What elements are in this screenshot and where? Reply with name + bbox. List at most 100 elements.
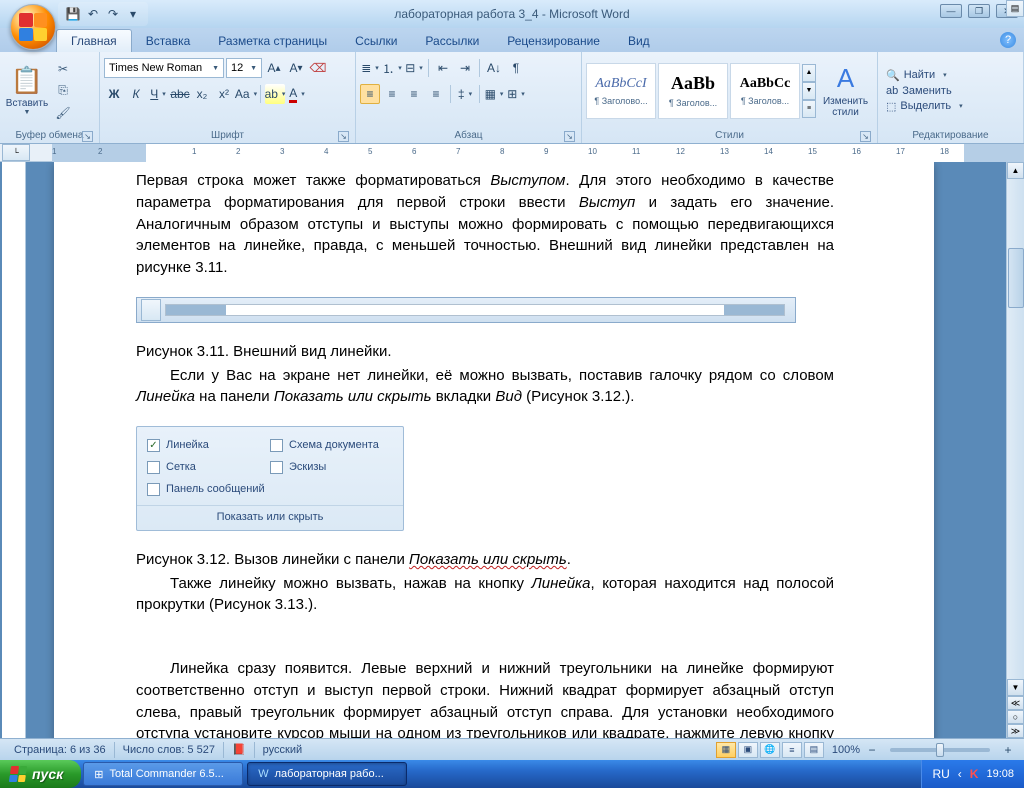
font-size-combo[interactable]: 12▼: [226, 58, 262, 78]
tab-review[interactable]: Рецензирование: [493, 30, 614, 52]
status-words[interactable]: Число слов: 5 527: [115, 744, 223, 756]
document-area: Первая строка может также форматироватьс…: [0, 162, 1024, 738]
highlight-icon[interactable]: ab▾: [265, 84, 285, 104]
clipboard-group-label: Буфер обмена: [16, 130, 84, 141]
justify-icon[interactable]: ≡: [426, 84, 446, 104]
clipboard-launcher[interactable]: ↘: [82, 131, 93, 142]
tab-view[interactable]: Вид: [614, 30, 664, 52]
status-page[interactable]: Страница: 6 из 36: [6, 744, 114, 756]
style-heading3[interactable]: AaBbCc ¶ Заголов...: [730, 63, 800, 119]
paste-button[interactable]: 📋 Вставить ▼: [4, 57, 50, 125]
indent-icon[interactable]: ⇥: [455, 58, 475, 78]
line-spacing-icon[interactable]: ‡▾: [455, 84, 475, 104]
document-viewport[interactable]: Первая строка может также форматироватьс…: [26, 162, 1024, 738]
tab-mailings[interactable]: Рассылки: [411, 30, 493, 52]
horizontal-ruler[interactable]: 2 1 1 2 3 4 5 6 7 8 9 10 11 12 13 14 15 …: [52, 144, 1024, 162]
multilevel-icon[interactable]: ⊟▾: [404, 58, 424, 78]
bullets-icon[interactable]: ≣▾: [360, 58, 380, 78]
change-case-icon[interactable]: Aa▾: [236, 84, 256, 104]
tray-lang[interactable]: RU: [932, 767, 949, 781]
tab-insert[interactable]: Вставка: [132, 30, 205, 52]
status-bar: Страница: 6 из 36 Число слов: 5 527 📕 ру…: [0, 738, 1024, 760]
ribbon-tabs: Главная Вставка Разметка страницы Ссылки…: [0, 28, 1024, 52]
style-heading2[interactable]: AaBb ¶ Заголов...: [658, 63, 728, 119]
format-painter-icon[interactable]: 🖌: [52, 103, 74, 123]
help-icon[interactable]: ?: [1000, 32, 1016, 48]
scroll-thumb[interactable]: [1008, 248, 1024, 308]
tab-home[interactable]: Главная: [56, 29, 132, 52]
grow-font-icon[interactable]: A▴: [264, 58, 284, 78]
outdent-icon[interactable]: ⇤: [433, 58, 453, 78]
find-button[interactable]: 🔍Найти▾: [882, 68, 967, 83]
sort-icon[interactable]: A↓: [484, 58, 504, 78]
view-full-screen[interactable]: ▣: [738, 742, 758, 758]
status-proofing-icon[interactable]: 📕: [224, 743, 254, 756]
vertical-scrollbar[interactable]: ▲ ▼ ≪ ○ ≫: [1006, 162, 1024, 738]
change-styles-button[interactable]: A Изменить стили: [818, 57, 873, 125]
styles-expand[interactable]: ≡: [802, 100, 816, 118]
scroll-down-button[interactable]: ▼: [1007, 679, 1024, 696]
superscript-icon[interactable]: x²: [214, 84, 234, 104]
prev-page-button[interactable]: ≪: [1007, 696, 1024, 710]
minimize-button[interactable]: —: [940, 4, 962, 18]
zoom-level[interactable]: 100%: [832, 744, 860, 756]
tray-arrow-icon[interactable]: ‹: [958, 767, 962, 781]
clear-format-icon[interactable]: ⌫: [308, 58, 328, 78]
undo-icon[interactable]: ↶: [84, 5, 102, 23]
zoom-slider[interactable]: [890, 748, 990, 752]
copy-icon[interactable]: ⎘: [52, 81, 74, 101]
tab-layout[interactable]: Разметка страницы: [204, 30, 341, 52]
underline-icon[interactable]: Ч▾: [148, 84, 168, 104]
styles-scroll-up[interactable]: ▲: [802, 64, 816, 82]
taskbar-total-commander[interactable]: ⊞Total Commander 6.5...: [83, 762, 243, 786]
ruler-toggle-button[interactable]: ▤: [1006, 0, 1024, 17]
view-draft[interactable]: ▤: [804, 742, 824, 758]
paragraph-launcher[interactable]: ↘: [564, 131, 575, 142]
cut-icon[interactable]: ✂: [52, 59, 74, 79]
styles-scroll-down[interactable]: ▼: [802, 82, 816, 100]
redo-icon[interactable]: ↷: [104, 5, 122, 23]
zoom-out-button[interactable]: −: [862, 740, 882, 760]
styles-launcher[interactable]: ↘: [860, 131, 871, 142]
font-name-combo[interactable]: Times New Roman▼: [104, 58, 224, 78]
bold-icon[interactable]: Ж: [104, 84, 124, 104]
taskbar-word[interactable]: Wлабораторная рабо...: [247, 762, 407, 786]
zoom-thumb[interactable]: [936, 743, 944, 757]
font-color-icon[interactable]: A▾: [287, 84, 307, 104]
figure-caption-312: Рисунок 3.12. Вызов линейки с панели Пок…: [136, 549, 834, 571]
numbering-icon[interactable]: ⒈▾: [382, 58, 402, 78]
tray-clock[interactable]: 19:08: [986, 768, 1014, 780]
replace-button[interactable]: abЗаменить: [882, 84, 967, 98]
shading-icon[interactable]: ▦▾: [484, 84, 504, 104]
font-launcher[interactable]: ↘: [338, 131, 349, 142]
office-button[interactable]: [10, 4, 56, 50]
restore-button[interactable]: ❐: [968, 4, 990, 18]
tab-references[interactable]: Ссылки: [341, 30, 411, 52]
zoom-in-button[interactable]: +: [998, 740, 1018, 760]
tray-kaspersky-icon[interactable]: K: [970, 767, 979, 781]
select-button[interactable]: ⬚Выделить▾: [882, 99, 967, 114]
italic-icon[interactable]: К: [126, 84, 146, 104]
align-center-icon[interactable]: ≡: [382, 84, 402, 104]
vertical-ruler[interactable]: [2, 162, 26, 738]
start-button[interactable]: пуск: [0, 760, 81, 788]
shrink-font-icon[interactable]: A▾: [286, 58, 306, 78]
align-left-icon[interactable]: ≡: [360, 84, 380, 104]
show-marks-icon[interactable]: ¶: [506, 58, 526, 78]
save-icon[interactable]: 💾: [64, 5, 82, 23]
strike-icon[interactable]: abc: [170, 84, 190, 104]
align-right-icon[interactable]: ≡: [404, 84, 424, 104]
view-web[interactable]: 🌐: [760, 742, 780, 758]
tab-selector[interactable]: └: [2, 144, 30, 161]
style-heading1[interactable]: AaBbCcI ¶ Заголово...: [586, 63, 656, 119]
view-print-layout[interactable]: ▦: [716, 742, 736, 758]
paragraph-body: Линейка сразу появится. Левые верхний и …: [136, 658, 834, 738]
next-page-button[interactable]: ≫: [1007, 724, 1024, 738]
qat-customize-icon[interactable]: ▾: [124, 5, 142, 23]
borders-icon[interactable]: ⊞▾: [506, 84, 526, 104]
status-language[interactable]: русский: [255, 744, 310, 756]
scroll-up-button[interactable]: ▲: [1007, 162, 1024, 179]
subscript-icon[interactable]: x₂: [192, 84, 212, 104]
browse-object-button[interactable]: ○: [1007, 710, 1024, 724]
view-outline[interactable]: ≡: [782, 742, 802, 758]
